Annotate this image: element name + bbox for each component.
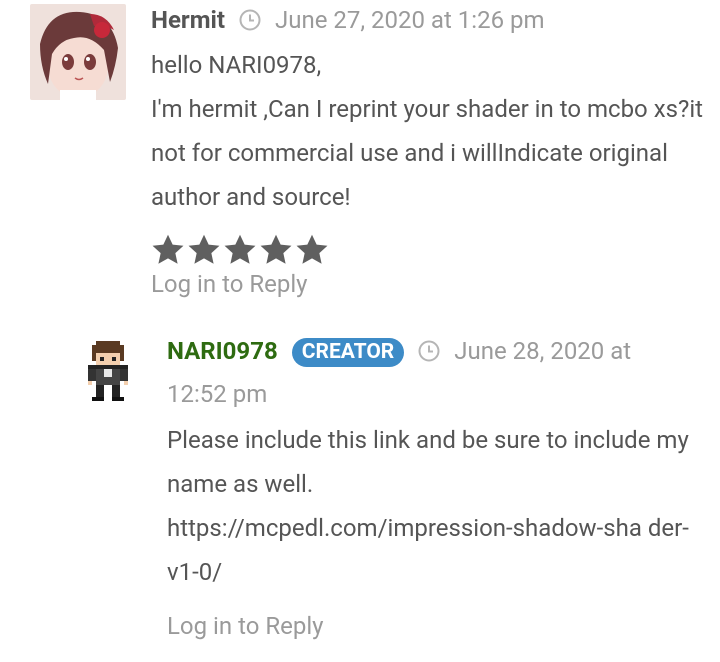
comment-paragraph: Please include this link and be sure to … xyxy=(167,426,689,498)
comment-paragraph: I'm hermit ,Can I reprint your shader in… xyxy=(151,95,704,211)
comment-date[interactable]: June 28, 2020 at xyxy=(454,337,631,365)
clock-icon xyxy=(239,9,261,37)
comment-body: Please include this link and be sure to … xyxy=(167,418,697,594)
star-icon xyxy=(294,232,330,268)
comment-paragraph: hello NARI0978, xyxy=(151,51,322,79)
comment-date[interactable]: June 27, 2020 at 1:26 pm xyxy=(275,6,545,34)
star-icon xyxy=(186,232,222,268)
star-icon xyxy=(150,232,186,268)
avatar[interactable] xyxy=(84,341,132,401)
star-icon xyxy=(258,232,294,268)
star-icon xyxy=(222,232,258,268)
comment-meta: NARI0978 CREATOR June 28, 2020 at xyxy=(167,337,631,368)
creator-badge: CREATOR xyxy=(291,338,405,367)
comment-link[interactable]: https://mcpedl.com/impression-shadow-sha… xyxy=(167,506,697,594)
login-to-reply-link[interactable]: Log in to Reply xyxy=(151,270,308,298)
comment-body: hello NARI0978, I'm hermit ,Can I reprin… xyxy=(151,43,711,219)
comment-date-continued[interactable]: 12:52 pm xyxy=(167,380,267,408)
star-rating xyxy=(150,232,330,272)
comment-meta: Hermit June 27, 2020 at 1:26 pm xyxy=(151,6,545,37)
comment-author[interactable]: NARI0978 xyxy=(167,337,278,365)
avatar[interactable] xyxy=(30,4,126,100)
clock-icon xyxy=(418,340,440,368)
login-to-reply-link[interactable]: Log in to Reply xyxy=(167,612,324,640)
comment-author[interactable]: Hermit xyxy=(151,6,225,34)
